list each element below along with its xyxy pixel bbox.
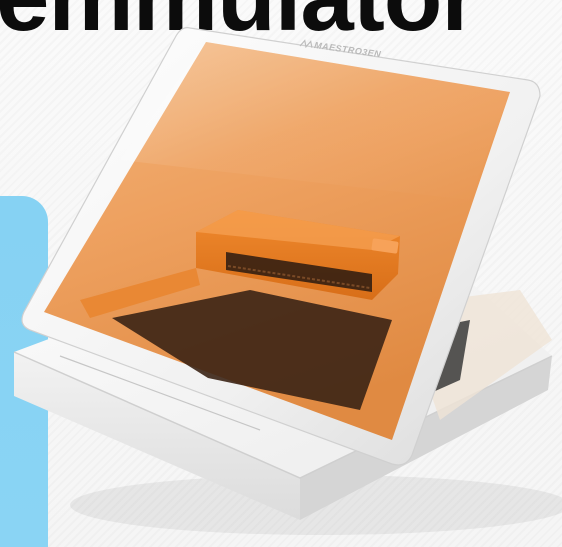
product-photo: emmulator [0, 0, 562, 547]
printer-illustration: MAESTRO3EN [13, 27, 562, 535]
